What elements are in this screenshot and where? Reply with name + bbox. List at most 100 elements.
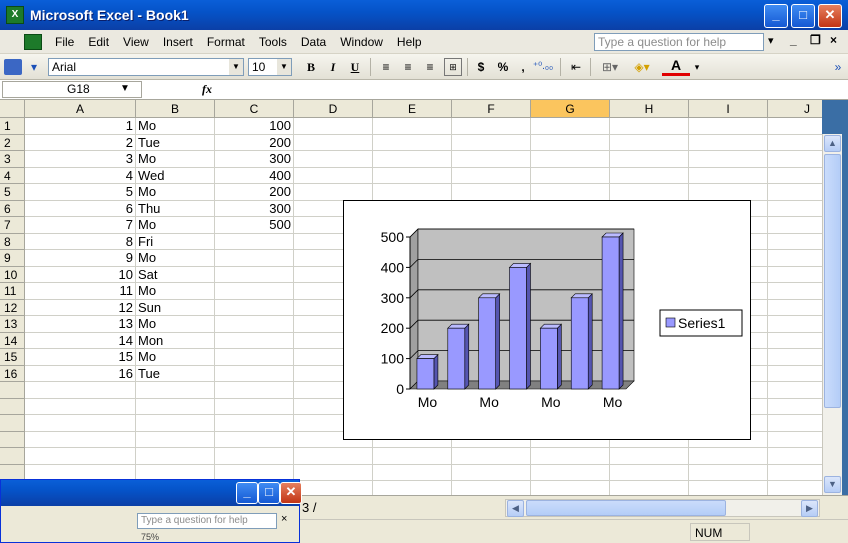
sheet-tab-fragment[interactable]: 3 /: [302, 500, 316, 515]
menu-insert[interactable]: Insert: [156, 35, 200, 49]
menu-edit[interactable]: Edit: [81, 35, 116, 49]
grid-cell[interactable]: Mo: [136, 151, 215, 168]
help-dropdown-icon[interactable]: ▾: [768, 34, 774, 47]
grid-cell[interactable]: [768, 448, 822, 465]
grid-cell[interactable]: 5: [25, 184, 136, 201]
grid-cell[interactable]: Mon: [136, 332, 215, 349]
row-header[interactable]: 12: [0, 299, 25, 316]
column-header-g[interactable]: G: [531, 100, 610, 118]
grid-cell[interactable]: 300: [215, 151, 294, 168]
grid-cell[interactable]: 6: [25, 200, 136, 217]
grid-cell[interactable]: 4: [25, 167, 136, 184]
menu-format[interactable]: Format: [200, 35, 252, 49]
horizontal-scrollbar[interactable]: ◀ ▶: [505, 499, 820, 517]
grid-cell[interactable]: [294, 151, 373, 168]
grid-cell[interactable]: [215, 415, 294, 432]
row-header[interactable]: 6: [0, 200, 25, 217]
grid-cell[interactable]: [215, 316, 294, 333]
excel-icon[interactable]: X: [6, 6, 24, 24]
grid-cell[interactable]: [768, 217, 822, 234]
grid-cell[interactable]: [373, 184, 452, 201]
second-zoom-value[interactable]: 75%: [141, 532, 159, 542]
grid-cell[interactable]: [768, 283, 822, 300]
align-left-icon[interactable]: ≡: [376, 58, 396, 76]
row-header[interactable]: 15: [0, 349, 25, 366]
grid-cell[interactable]: 500: [215, 217, 294, 234]
close-button[interactable]: ✕: [818, 4, 842, 28]
bar[interactable]: [601, 236, 620, 390]
grid-cell[interactable]: Sat: [136, 266, 215, 283]
row-header[interactable]: 5: [0, 184, 25, 201]
second-close-doc-icon[interactable]: ×: [281, 513, 287, 525]
grid-cell[interactable]: [768, 349, 822, 366]
grid-cell[interactable]: [610, 448, 689, 465]
grid-cell[interactable]: [215, 250, 294, 267]
grid-cell[interactable]: [294, 464, 373, 481]
grid-cell[interactable]: [610, 118, 689, 135]
grid-cell[interactable]: [531, 448, 610, 465]
grid-cell[interactable]: Mo: [136, 184, 215, 201]
grid-cell[interactable]: [689, 464, 768, 481]
row-header[interactable]: 3: [0, 151, 25, 168]
grid-cell[interactable]: Tue: [136, 365, 215, 382]
grid-cell[interactable]: Mo: [136, 316, 215, 333]
scroll-right-icon[interactable]: ▶: [801, 500, 818, 517]
grid-cell[interactable]: [768, 333, 822, 349]
grid-cell[interactable]: 200: [215, 134, 294, 151]
grid-cell[interactable]: [768, 151, 822, 168]
grid-cell[interactable]: [531, 151, 610, 168]
grid-cell[interactable]: 8: [25, 233, 136, 250]
row-header[interactable]: 4: [0, 167, 25, 184]
bar[interactable]: [509, 267, 527, 390]
grid-cell[interactable]: [531, 481, 610, 495]
grid-cell[interactable]: [452, 151, 531, 168]
grid-cell[interactable]: [610, 134, 689, 151]
grid-cell[interactable]: [215, 283, 294, 300]
grid-cell[interactable]: [689, 481, 768, 495]
row-header[interactable]: [0, 415, 25, 432]
grid-cell[interactable]: [215, 398, 294, 415]
comma-button[interactable]: ,: [516, 58, 530, 76]
row-header[interactable]: [0, 398, 25, 415]
grid-cell[interactable]: Thu: [136, 200, 215, 217]
grid-cell[interactable]: 14: [25, 332, 136, 349]
grid-cell[interactable]: [531, 464, 610, 481]
column-header-d[interactable]: D: [294, 100, 373, 118]
row-header[interactable]: 14: [0, 332, 25, 349]
grid-cell[interactable]: [768, 399, 822, 415]
grid-cell[interactable]: 12: [25, 299, 136, 316]
scroll-down-icon[interactable]: ▼: [824, 476, 841, 493]
grid-cell[interactable]: [25, 448, 136, 465]
row-header[interactable]: 9: [0, 250, 25, 267]
bar[interactable]: [478, 297, 496, 390]
row-header[interactable]: 1: [0, 118, 25, 135]
grid-cell[interactable]: Fri: [136, 233, 215, 250]
toolbar-options-icon[interactable]: ▾: [27, 58, 41, 76]
menu-help[interactable]: Help: [390, 35, 429, 49]
grid-cell[interactable]: Mo: [136, 283, 215, 300]
vertical-scroll-thumb[interactable]: [824, 154, 841, 408]
grid-cell[interactable]: [452, 118, 531, 135]
grid-cell[interactable]: 13: [25, 316, 136, 333]
grid-cell[interactable]: Tue: [136, 134, 215, 151]
scroll-up-icon[interactable]: ▲: [824, 135, 841, 152]
row-header[interactable]: [0, 382, 25, 399]
grid-cell[interactable]: [136, 431, 215, 448]
grid-cell[interactable]: [768, 300, 822, 316]
grid-cell[interactable]: [215, 431, 294, 448]
bar[interactable]: [416, 358, 435, 390]
grid-cell[interactable]: Mo: [136, 250, 215, 267]
grid-cell[interactable]: [452, 448, 531, 465]
grid-cell[interactable]: [373, 481, 452, 495]
grid-cell[interactable]: [610, 481, 689, 495]
chevron-down-icon[interactable]: ▾: [692, 58, 702, 76]
column-header-b[interactable]: B: [136, 100, 215, 118]
grid-cell[interactable]: [610, 464, 689, 481]
align-center-icon[interactable]: ≡: [398, 58, 418, 76]
grid-cell[interactable]: [768, 465, 822, 481]
grid-cell[interactable]: Mo: [136, 217, 215, 234]
grid-cell[interactable]: [768, 316, 822, 333]
grid-cell[interactable]: [136, 448, 215, 465]
grid-cell[interactable]: [768, 250, 822, 267]
row-header[interactable]: 7: [0, 217, 25, 234]
